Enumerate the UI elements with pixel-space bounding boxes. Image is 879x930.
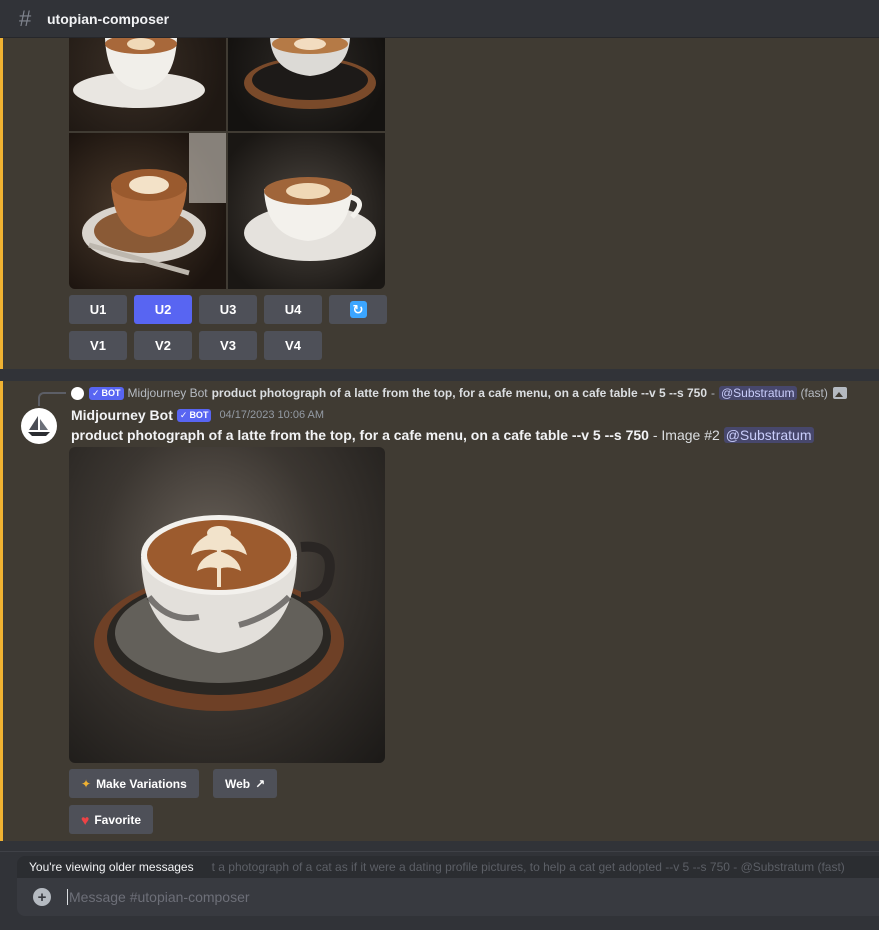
verified-check-icon: ✓ (179, 409, 188, 420)
bot-badge: ✓ BOT (176, 408, 212, 422)
add-attachment-icon[interactable]: + (33, 888, 51, 906)
upscaled-image[interactable] (69, 447, 385, 763)
channel-hash-icon: # (19, 5, 32, 31)
reply-avatar (71, 386, 84, 400)
u3-button[interactable]: U3 (199, 295, 257, 324)
message-gap (0, 369, 879, 381)
v2-button[interactable]: V2 (134, 331, 192, 360)
message-content: product photograph of a latte from the t… (71, 427, 814, 443)
heart-icon: ♥ (81, 811, 90, 828)
v3-button[interactable]: V3 (199, 331, 257, 360)
message-composer: + (17, 878, 879, 916)
make-variations-button[interactable]: ✦ Make Variations (69, 769, 199, 798)
channel-title: utopian-composer (47, 10, 170, 27)
upscale-row: U1 U2 U3 U4 ↻ (69, 295, 387, 324)
grid-image-1[interactable] (69, 38, 226, 131)
author-name[interactable]: Midjourney Bot (71, 407, 173, 423)
grid-image-2[interactable] (228, 38, 385, 131)
reply-preview[interactable]: ✓ BOT Midjourney Bot product photograph o… (71, 386, 847, 400)
upscale-message: ✓ BOT Midjourney Bot product photograph o… (0, 381, 879, 841)
reply-connector (38, 392, 66, 406)
message-mention[interactable]: @Substratum (723, 427, 814, 443)
channel-header: # utopian-composer (0, 0, 879, 38)
reply-prompt: product photograph of a latte from the t… (211, 386, 707, 400)
older-message-preview: t a photograph of a cat as if it were a … (211, 860, 845, 874)
bot-avatar[interactable] (21, 408, 57, 444)
messages-divider (0, 851, 879, 852)
grid-image-3[interactable] (69, 133, 226, 289)
image-grid[interactable] (69, 38, 385, 289)
reply-mention[interactable]: @Substratum (719, 386, 797, 400)
v1-button[interactable]: V1 (69, 331, 127, 360)
message-prompt: product photograph of a latte from the t… (71, 427, 649, 443)
u1-button[interactable]: U1 (69, 295, 127, 324)
message-input[interactable] (67, 889, 767, 905)
favorite-button[interactable]: ♥ Favorite (69, 805, 153, 834)
image-label: - Image #2 (652, 427, 720, 443)
u4-button[interactable]: U4 (264, 295, 322, 324)
web-button[interactable]: Web ↗ (213, 769, 278, 798)
v4-button[interactable]: V4 (264, 331, 322, 360)
reply-speed: (fast) (800, 386, 828, 400)
reroll-button[interactable]: ↻ (329, 295, 387, 324)
variation-row: V1 V2 V3 V4 (69, 331, 322, 360)
external-link-icon: ↗ (255, 776, 266, 791)
older-messages-notice: You're viewing older messages (29, 860, 194, 874)
magic-wand-icon: ✦ (81, 776, 92, 791)
grid-image-4[interactable] (228, 133, 385, 289)
image-attachment-icon (832, 387, 847, 399)
grid-message: U1 U2 U3 U4 ↻ V1 V2 V3 V4 (0, 38, 879, 369)
message-author-line: Midjourney Bot ✓ BOT 04/17/2023 10:06 AM (71, 407, 324, 423)
older-messages-bar[interactable]: You're viewing older messages t a photog… (17, 856, 879, 878)
reply-author: Midjourney Bot (127, 386, 208, 400)
reply-bot-badge: ✓ BOT (89, 386, 124, 400)
reply-separator: - (711, 386, 715, 400)
verified-check-icon: ✓ (92, 387, 100, 398)
u2-button[interactable]: U2 (134, 295, 192, 324)
sailboat-icon (28, 416, 50, 436)
refresh-icon: ↻ (349, 301, 367, 318)
message-timestamp: 04/17/2023 10:06 AM (219, 409, 325, 421)
